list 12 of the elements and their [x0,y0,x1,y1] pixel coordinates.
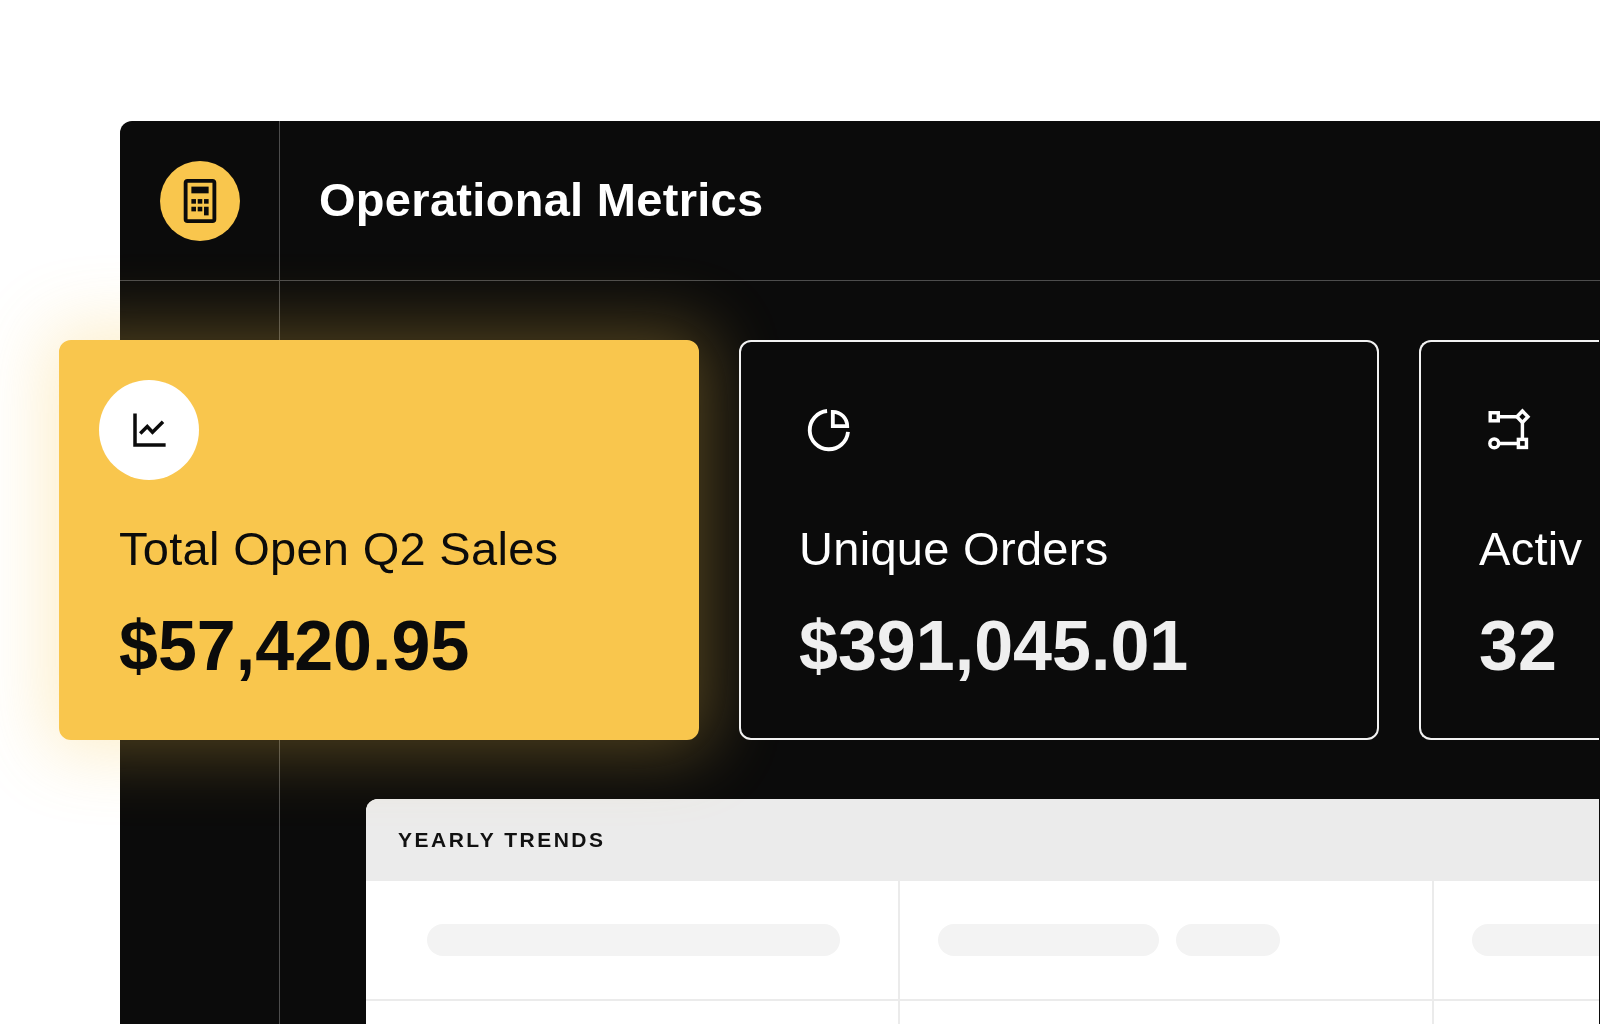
metric-value: $57,420.95 [119,608,471,686]
metric-value: 32 [1479,608,1558,686]
metric-card[interactable]: Unique Orders $391,045.01 [739,340,1379,740]
section-title: YEARLY TRENDS [398,827,606,854]
metric-value: $391,045.01 [799,608,1190,686]
metric-card[interactable]: Total Open Q2 Sales $57,420.95 [59,340,699,740]
metric-card[interactable]: Activ 32 [1419,340,1599,740]
metric-label: Total Open Q2 Sales [119,522,560,577]
metric-label: Unique Orders [799,522,1110,577]
metric-label: Activ [1479,522,1584,577]
page-title: Operational Metrics [319,173,764,228]
pie-chart-icon [806,407,852,453]
